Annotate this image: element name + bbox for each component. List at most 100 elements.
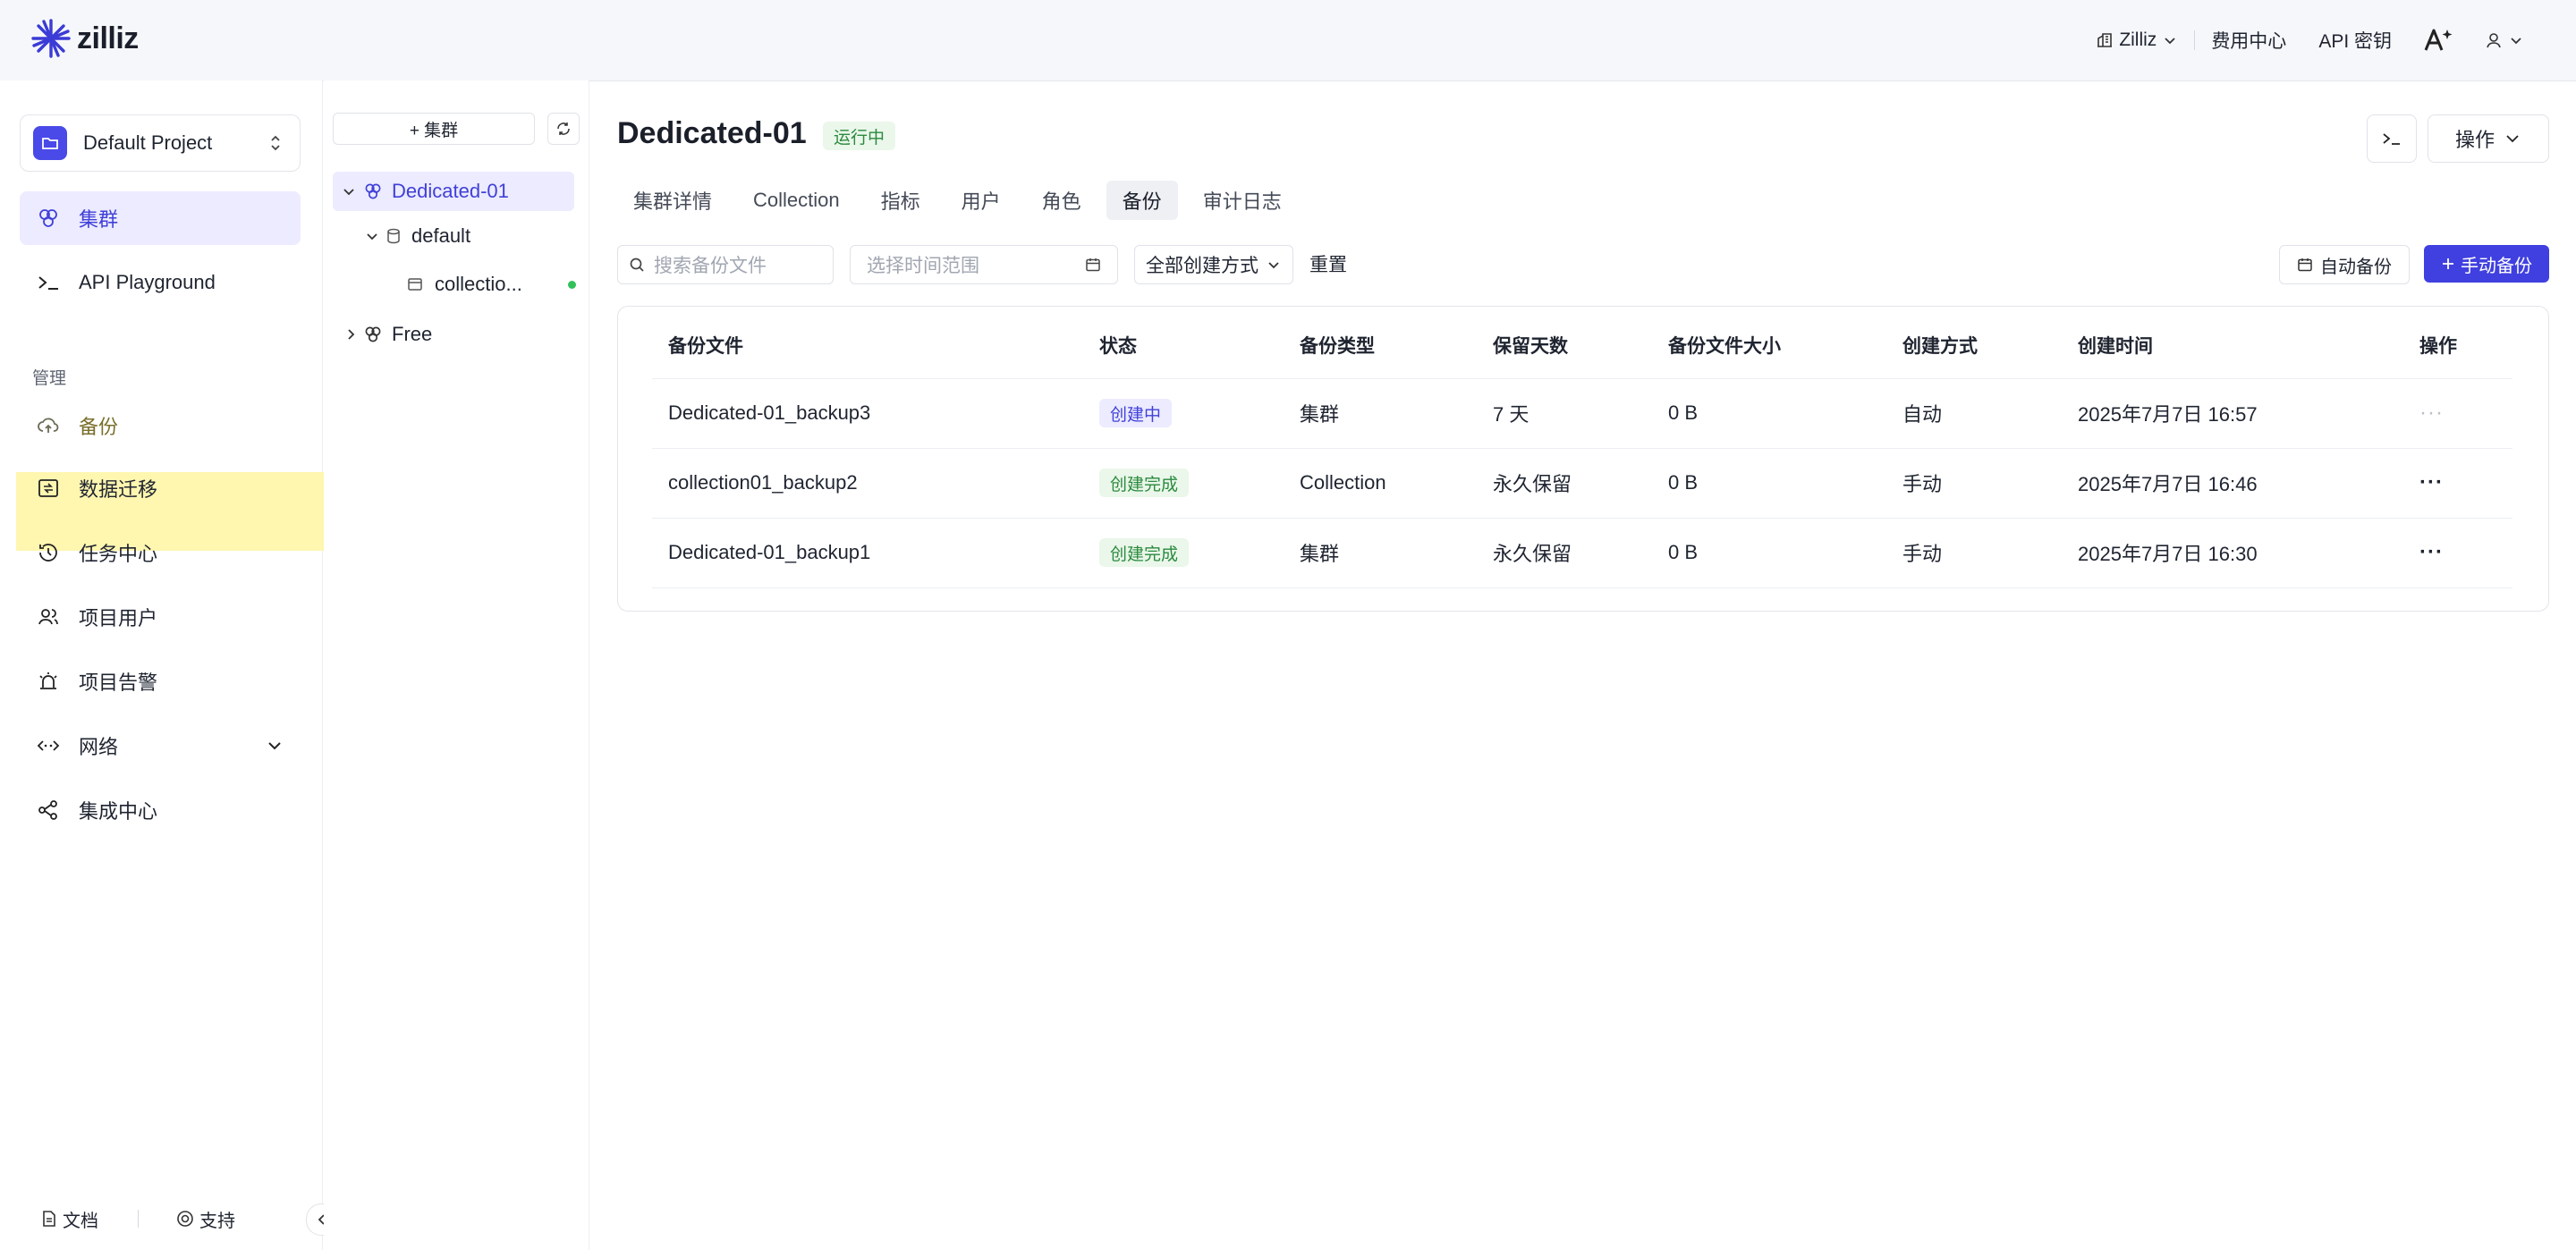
api-key-label: API 密钥 [2318,31,2392,52]
cluster-status-badge: 运行中 [823,122,896,150]
sidebar-item-users[interactable]: 项目用户 [20,590,301,644]
sidebar-item-label: API Playground [79,271,216,293]
network-icon [36,733,61,758]
tree-node-collection[interactable]: collectio... [406,265,576,304]
cell-method: 手动 [1902,473,1943,495]
col-header-method[interactable]: 创建方式 [1902,312,1978,378]
docs-link[interactable]: 文档 [41,1206,98,1232]
auto-backup-button[interactable]: 自动备份 [2279,245,2410,284]
tree-node-label: default [411,224,471,247]
api-key-link[interactable]: API 密钥 [2302,27,2408,54]
col-header-retention[interactable]: 保留天数 [1493,312,1568,378]
support-link[interactable]: 支持 [176,1206,235,1232]
chevron-down-icon [343,189,354,196]
row-more-button[interactable]: ··· [2419,448,2444,518]
search-input[interactable]: 搜索备份文件 [617,245,834,284]
user-menu[interactable] [2469,31,2540,49]
document-icon [43,1211,55,1227]
col-header-type[interactable]: 备份类型 [1300,312,1375,378]
top-bar: zilliz Zilliz 费用中心 API 密钥 [0,0,2576,81]
sidebar-item-clusters[interactable]: 集群 [20,191,301,245]
sidebar-item-integrations[interactable]: 集成中心 [20,783,301,837]
sidebar-item-alerts[interactable]: 项目告警 [20,655,301,708]
terminal-icon [36,270,61,295]
sidebar-item-label: 集成中心 [79,800,158,823]
status-dot [568,280,576,289]
sidebar-item-migration[interactable]: 数据迁移 [20,461,301,515]
sidebar-item-api-playground[interactable]: API Playground [20,256,301,309]
cell-retention: 永久保留 [1493,543,1572,565]
cell-retention: 永久保留 [1493,473,1572,495]
col-header-size[interactable]: 备份文件大小 [1668,312,1781,378]
cluster-icon [36,206,61,231]
logo[interactable]: zilliz [30,18,139,59]
cell-file: Dedicated-01_backup1 [668,541,871,563]
sidebar: Default Project 集群 API Playground 管理 备份 … [0,80,338,1250]
tree-node-database[interactable]: default [365,216,470,256]
creation-method-select[interactable]: 全部创建方式 [1134,245,1293,284]
tab-audit-log[interactable]: 审计日志 [1187,181,1298,220]
tab-bar: 集群详情 Collection 指标 用户 角色 备份 审计日志 [617,181,1298,220]
cluster-icon [365,326,381,342]
table-icon [408,278,422,291]
chevron-updown-icon [271,135,280,151]
divider [138,1210,139,1228]
cell-size: 0 B [1668,401,1699,424]
date-placeholder: 选择时间范围 [867,256,979,276]
tree-node-cluster-free[interactable]: Free [343,315,432,354]
cell-size: 0 B [1668,541,1699,563]
table-row: collection01_backup2 创建完成 Collection 永久保… [652,448,2512,519]
tab-collection[interactable]: Collection [737,181,856,220]
creation-method-value: 全部创建方式 [1146,256,1258,276]
col-header-created[interactable]: 创建时间 [2078,312,2153,378]
cell-type: 集群 [1300,543,1340,565]
reset-button[interactable]: 重置 [1309,245,1347,283]
row-more-button[interactable]: ··· [2419,518,2444,587]
building-icon [2097,33,2113,47]
tree-node-cluster[interactable]: Dedicated-01 [333,172,574,211]
refresh-icon [557,122,570,135]
org-switcher[interactable]: Zilliz [2080,30,2194,51]
manual-backup-label: 手动备份 [2461,256,2532,276]
tab-roles[interactable]: 角色 [1026,181,1097,220]
calendar-icon [1086,258,1100,272]
table-row: Dedicated-01_backup3 创建中 集群 7 天 0 B 自动 2… [652,378,2512,449]
chevron-down-icon[interactable] [265,736,284,756]
sidebar-item-label: 网络 [79,736,119,758]
chevron-down-icon [2165,38,2175,45]
add-cluster-button[interactable]: + 集群 [333,113,535,145]
sidebar-item-tasks[interactable]: 任务中心 [20,526,301,579]
operations-dropdown[interactable]: 操作 [2428,114,2549,163]
row-more-button[interactable]: ··· [2419,378,2444,448]
col-header-actions: 操作 [2419,336,2457,357]
col-header-file[interactable]: 备份文件 [668,312,743,378]
billing-link[interactable]: 费用中心 [2195,27,2302,54]
billing-label: 费用中心 [2211,31,2287,52]
sidebar-item-backup[interactable]: 备份 [20,399,301,452]
tab-backup[interactable]: 备份 [1106,181,1178,220]
col-header-status[interactable]: 状态 [1099,312,1137,378]
chevron-down-icon [2511,38,2521,45]
tree-node-label: Free [392,323,433,345]
chevron-down-icon [367,233,377,241]
cell-size: 0 B [1668,471,1699,494]
tab-users[interactable]: 用户 [945,181,1017,220]
search-placeholder: 搜索备份文件 [654,256,767,276]
cloud-upload-icon [36,413,61,438]
tree-node-label: collectio... [435,273,522,295]
cell-retention: 7 天 [1493,403,1530,426]
sidebar-item-network[interactable]: 网络 [20,719,301,773]
refresh-button[interactable] [547,113,580,145]
manual-backup-button[interactable]: 手动备份 [2424,245,2549,283]
ai-assistant-button[interactable] [2408,27,2469,54]
migration-icon [36,476,61,501]
terminal-button[interactable] [2367,114,2417,163]
project-selector[interactable]: Default Project [20,114,301,172]
date-range-input[interactable]: 选择时间范围 [850,245,1118,284]
status-badge: 创建完成 [1099,538,1190,567]
database-icon [387,228,400,244]
sidebar-item-label: 备份 [79,416,119,438]
top-nav: Zilliz 费用中心 API 密钥 [2080,0,2540,80]
tab-metrics[interactable]: 指标 [865,181,936,220]
tab-cluster-details[interactable]: 集群详情 [617,181,728,220]
